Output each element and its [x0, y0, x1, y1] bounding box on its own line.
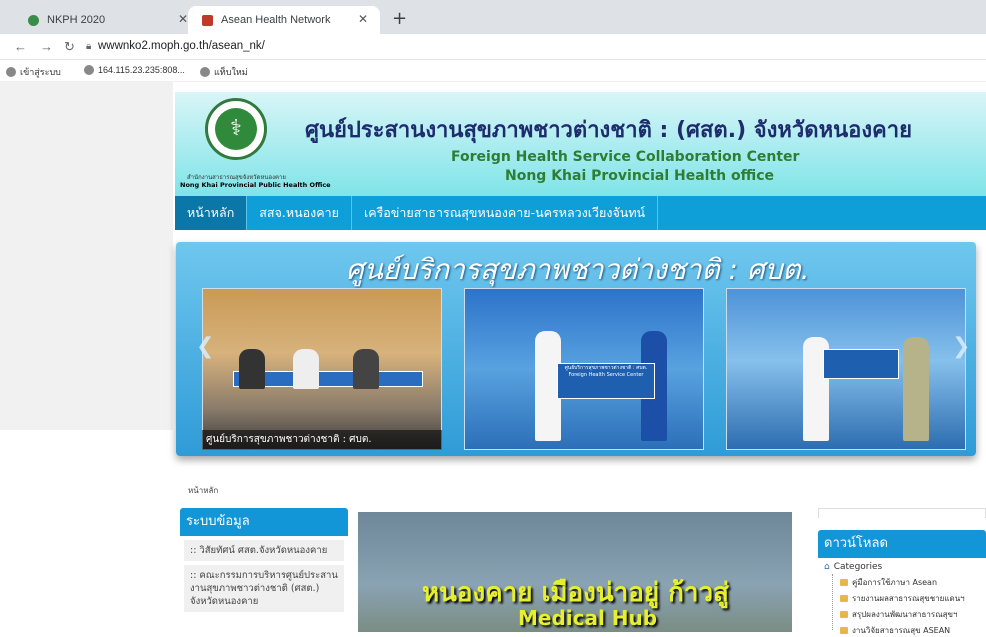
- globe-icon: [200, 67, 210, 77]
- org-name-en: Nong Khai Provincial Public Health Offic…: [180, 181, 331, 189]
- download-category-item[interactable]: สรุปผลงานพัฒนาสาธารณสุขฯ: [840, 608, 958, 621]
- bookmark-item[interactable]: แท็บใหม่: [200, 65, 248, 79]
- image-slider: ศูนย์บริการสุขภาพชาวต่างชาติ : ศบต. ศูนย…: [176, 242, 976, 456]
- chevron-right-icon[interactable]: ❯: [952, 334, 970, 359]
- close-icon[interactable]: ✕: [178, 12, 188, 26]
- bookmark-label: 164.115.23.235:808...: [98, 65, 185, 75]
- site-title-en: Foreign Health Service Collaboration Cen…: [451, 149, 800, 165]
- menu-item-network[interactable]: เครือข่ายสาธารณสุขหนองคาย-นครหลวงเวียงจั…: [352, 196, 659, 230]
- address-bar: ← → ↻ 🔒︎ wwwnko2.moph.go.th/asean_nk/: [0, 34, 986, 60]
- slide-photo[interactable]: [726, 288, 966, 450]
- sign-text: ศูนย์บริการสุขภาพชาวต่างชาติ : ศบต.: [564, 365, 648, 371]
- globe-icon: [6, 67, 16, 77]
- person-figure: [293, 349, 319, 389]
- site-subtitle-en: Nong Khai Provincial Health office: [505, 168, 775, 184]
- download-category-label: คู่มือการใช้ภาษา Asean: [852, 578, 938, 587]
- banner-sign: ศูนย์บริการสุขภาพชาวต่างชาติ : ศบต. Fore…: [557, 363, 655, 399]
- bookmark-label: แท็บใหม่: [214, 67, 248, 77]
- folder-icon: [840, 627, 848, 634]
- home-icon: ⌂: [824, 562, 830, 572]
- folder-icon: [840, 595, 848, 602]
- download-category-label: รายงานผลสาธารณสุขชายแดนฯ: [852, 594, 965, 603]
- back-arrow-icon[interactable]: ←: [14, 39, 27, 54]
- person-figure: [903, 337, 929, 441]
- download-category-item[interactable]: คู่มือการใช้ภาษา Asean: [840, 576, 937, 589]
- download-category-item[interactable]: งานวิจัยสาธารณสุข ASEAN: [840, 624, 950, 637]
- banner-sign: [823, 349, 899, 379]
- bookmark-label: เข้าสู่ระบบ: [20, 67, 61, 77]
- forward-arrow-icon[interactable]: →: [40, 39, 53, 54]
- caduceus-icon: ⚕: [215, 108, 257, 150]
- bookmarks-bar: เข้าสู่ระบบ 164.115.23.235:808... แท็บให…: [0, 60, 986, 82]
- browser-tab-nkph[interactable]: NKPH 2020 ✕: [14, 6, 200, 34]
- video-subheadline: Medical Hub: [518, 606, 658, 630]
- feature-video[interactable]: หนองคาย เมืองน่าอยู่ ก้าวสู่ Medical Hub: [358, 512, 792, 632]
- sidebar-list: :: วิสัยทัศน์ ศสต.จังหวัดหนองคาย :: คณะก…: [180, 536, 348, 632]
- close-icon[interactable]: ✕: [358, 12, 368, 26]
- browser-tab-asean[interactable]: Asean Health Network ✕: [188, 6, 380, 34]
- site-title-th: ศูนย์ประสานงานสุขภาพชาวต่างชาติ : (ศสต.)…: [305, 118, 913, 143]
- new-tab-button[interactable]: +: [392, 8, 407, 29]
- downloads-heading: ดาวน์โหลด: [818, 530, 986, 558]
- url-field[interactable]: wwwnko2.moph.go.th/asean_nk/: [98, 40, 265, 52]
- tab-title: Asean Health Network: [221, 14, 331, 26]
- main-menu: หน้าหลัก สสจ.หนองคาย เครือข่ายสาธารณสุขห…: [175, 196, 986, 230]
- person-figure: [239, 349, 265, 389]
- sidebar-heading: ระบบข้อมูล: [180, 508, 348, 536]
- site-banner: ⚕ สำนักงานสาธารณสุขจังหวัดหนองคาย Nong K…: [175, 92, 986, 196]
- sidebar-item-vision[interactable]: :: วิสัยทัศน์ ศสต.จังหวัดหนองคาย: [184, 540, 344, 561]
- slide-caption: ศูนย์บริการสุขภาพชาวต่างชาติ : ศบต.: [202, 430, 442, 450]
- ministry-logo[interactable]: ⚕: [205, 98, 267, 160]
- browser-tab-strip: NKPH 2020 ✕ Asean Health Network ✕ +: [0, 0, 986, 34]
- left-gutter: [0, 82, 173, 430]
- download-category-label: งานวิจัยสาธารณสุข ASEAN: [852, 626, 951, 635]
- download-category-item[interactable]: รายงานผลสาธารณสุขชายแดนฯ: [840, 592, 965, 605]
- downloads-tree: ⌂ Categories คู่มือการใช้ภาษา Asean รายง…: [818, 558, 986, 635]
- chevron-left-icon[interactable]: ❮: [196, 334, 214, 359]
- folder-icon: [840, 579, 848, 586]
- lock-icon: 🔒︎: [86, 41, 92, 52]
- right-widget-box: [818, 508, 986, 518]
- person-figure: [353, 349, 379, 389]
- slide-photo[interactable]: [202, 288, 442, 450]
- sign-text-en: Foreign Health Service Center: [568, 372, 644, 378]
- menu-item-provincial-office[interactable]: สสจ.หนองคาย: [247, 196, 352, 230]
- bookmark-item[interactable]: เข้าสู่ระบบ: [6, 65, 61, 79]
- site-favicon-icon: [202, 14, 213, 26]
- sidebar-item-committee[interactable]: :: คณะกรรมการบริหารศูนย์ประสานงานสุขภาพช…: [184, 565, 344, 612]
- slide-photo[interactable]: ศูนย์บริการสุขภาพชาวต่างชาติ : ศบต. Fore…: [464, 288, 704, 450]
- folder-icon: [840, 611, 848, 618]
- breadcrumb: หน้าหลัก: [188, 486, 219, 495]
- globe-icon: [84, 65, 94, 75]
- tab-title: NKPH 2020: [47, 14, 106, 26]
- tree-line: [832, 574, 833, 630]
- menu-item-home[interactable]: หน้าหลัก: [175, 196, 248, 230]
- slider-title: ศูนย์บริการสุขภาพชาวต่างชาติ : ศบต.: [346, 253, 810, 286]
- reload-icon[interactable]: ↻: [64, 39, 75, 55]
- categories-root[interactable]: ⌂ Categories: [824, 562, 882, 572]
- site-favicon-icon: [28, 14, 39, 26]
- bookmark-item[interactable]: 164.115.23.235:808...: [84, 65, 185, 75]
- download-category-label: สรุปผลงานพัฒนาสาธารณสุขฯ: [852, 610, 958, 619]
- categories-label: Categories: [833, 562, 883, 572]
